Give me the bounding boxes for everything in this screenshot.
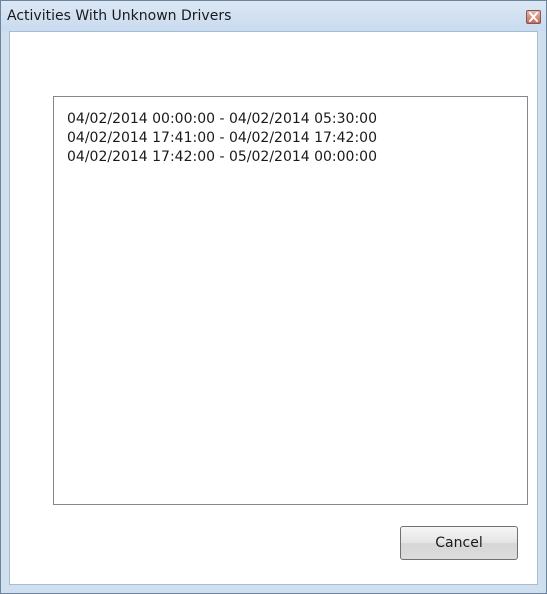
dialog-content: 04/02/2014 00:00:00 - 04/02/2014 05:30:0… bbox=[9, 31, 538, 585]
window-title: Activities With Unknown Drivers bbox=[7, 8, 232, 24]
cancel-button[interactable]: Cancel bbox=[400, 526, 518, 560]
close-button[interactable] bbox=[526, 10, 541, 24]
list-item[interactable]: 04/02/2014 00:00:00 - 04/02/2014 05:30:0… bbox=[67, 110, 527, 129]
activities-list[interactable]: 04/02/2014 00:00:00 - 04/02/2014 05:30:0… bbox=[53, 96, 528, 505]
list-item[interactable]: 04/02/2014 17:41:00 - 04/02/2014 17:42:0… bbox=[67, 129, 527, 148]
list-item[interactable]: 04/02/2014 17:42:00 - 05/02/2014 00:00:0… bbox=[67, 148, 527, 167]
title-bar[interactable]: Activities With Unknown Drivers bbox=[1, 1, 546, 31]
close-icon bbox=[529, 12, 538, 22]
dialog-window: Activities With Unknown Drivers 04/02/20… bbox=[0, 0, 547, 594]
